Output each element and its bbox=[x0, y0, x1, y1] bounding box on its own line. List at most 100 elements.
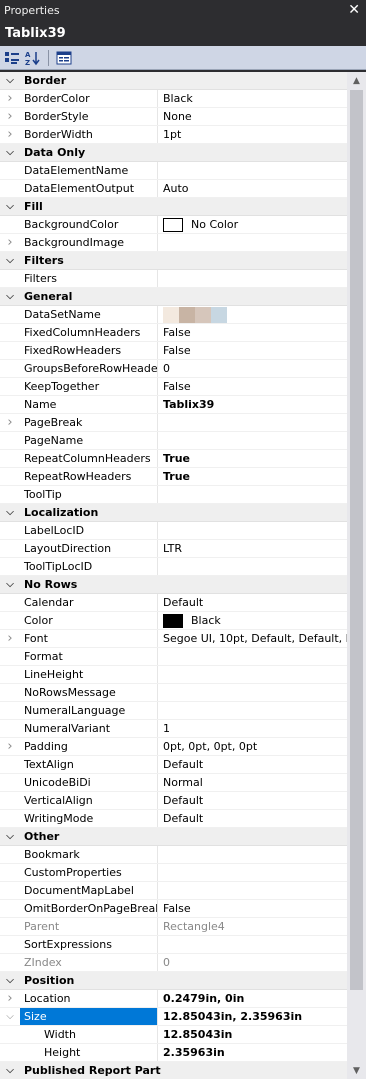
property-name[interactable]: DataSetName bbox=[20, 306, 158, 323]
property-row-bordercolor[interactable]: › BorderColor Black bbox=[0, 90, 347, 108]
collapse-chevron-icon[interactable]: ⌵ bbox=[0, 288, 20, 305]
category-filters[interactable]: ⌵ Filters bbox=[0, 252, 347, 270]
property-value[interactable]: Normal bbox=[158, 774, 347, 791]
property-name[interactable]: LineHeight bbox=[20, 666, 158, 683]
collapse-chevron-icon[interactable]: ⌵ bbox=[0, 504, 20, 521]
property-row-name[interactable]: Name Tablix39 bbox=[0, 396, 347, 414]
property-value[interactable]: 0 bbox=[158, 954, 347, 971]
expand-chevron-icon[interactable]: › bbox=[0, 108, 20, 125]
property-row-borderwidth[interactable]: › BorderWidth 1pt bbox=[0, 126, 347, 144]
property-value[interactable] bbox=[158, 648, 347, 665]
property-name[interactable]: Calendar bbox=[20, 594, 158, 611]
collapse-chevron-icon[interactable]: ⌵ bbox=[0, 252, 20, 269]
property-name[interactable]: DocumentMapLabel bbox=[20, 882, 158, 899]
property-value[interactable]: Black bbox=[158, 612, 347, 629]
category-data-only[interactable]: ⌵ Data Only bbox=[0, 144, 347, 162]
property-name[interactable]: ZIndex bbox=[20, 954, 158, 971]
scroll-thumb[interactable] bbox=[350, 90, 363, 990]
property-name[interactable]: PageBreak bbox=[20, 414, 158, 431]
property-value[interactable]: Segoe UI, 10pt, Default, Default, De bbox=[158, 630, 347, 647]
property-row-calendar[interactable]: Calendar Default bbox=[0, 594, 347, 612]
property-row-dataelementname[interactable]: DataElementName bbox=[0, 162, 347, 180]
property-row-layoutdirection[interactable]: LayoutDirection LTR bbox=[0, 540, 347, 558]
property-name[interactable]: PageName bbox=[20, 432, 158, 449]
property-row-norowsmessage[interactable]: NoRowsMessage bbox=[0, 684, 347, 702]
property-value[interactable]: Tablix39 bbox=[158, 396, 347, 413]
property-value[interactable]: Auto bbox=[158, 180, 347, 197]
property-row-lineheight[interactable]: LineHeight bbox=[0, 666, 347, 684]
property-name[interactable]: RepeatColumnHeaders bbox=[20, 450, 158, 467]
property-row-unicodebidi[interactable]: UnicodeBiDi Normal bbox=[0, 774, 347, 792]
property-name[interactable]: VerticalAlign bbox=[20, 792, 158, 809]
vertical-scrollbar[interactable]: ▲ ▼ bbox=[347, 72, 366, 1079]
property-name[interactable]: Font bbox=[20, 630, 158, 647]
property-name[interactable]: NoRowsMessage bbox=[20, 684, 158, 701]
property-row-color[interactable]: Color Black bbox=[0, 612, 347, 630]
property-name[interactable]: Height bbox=[20, 1044, 158, 1061]
property-row-pagebreak[interactable]: › PageBreak bbox=[0, 414, 347, 432]
property-row-bookmark[interactable]: Bookmark bbox=[0, 846, 347, 864]
property-value[interactable] bbox=[158, 432, 347, 449]
property-row-keeptogether[interactable]: KeepTogether False bbox=[0, 378, 347, 396]
property-name[interactable]: Bookmark bbox=[20, 846, 158, 863]
collapse-chevron-icon[interactable]: ⌵ bbox=[0, 1062, 20, 1079]
collapse-chevron-icon[interactable]: ⌵ bbox=[0, 1008, 20, 1025]
property-name[interactable]: BackgroundImage bbox=[20, 234, 158, 251]
property-row-borderstyle[interactable]: › BorderStyle None bbox=[0, 108, 347, 126]
property-name[interactable]: CustomProperties bbox=[20, 864, 158, 881]
property-value[interactable]: 2.35963in bbox=[158, 1044, 347, 1061]
collapse-chevron-icon[interactable]: ⌵ bbox=[0, 144, 20, 161]
property-row-repeatcolumnheaders[interactable]: RepeatColumnHeaders True bbox=[0, 450, 347, 468]
alphabetical-icon[interactable]: A Z bbox=[24, 49, 42, 67]
property-value[interactable]: False bbox=[158, 378, 347, 395]
property-value[interactable]: False bbox=[158, 342, 347, 359]
property-value[interactable]: Default bbox=[158, 756, 347, 773]
property-row-location[interactable]: › Location 0.2479in, 0in bbox=[0, 990, 347, 1008]
property-name[interactable]: Parent bbox=[20, 918, 158, 935]
property-row-height[interactable]: Height 2.35963in bbox=[0, 1044, 347, 1062]
category-no-rows[interactable]: ⌵ No Rows bbox=[0, 576, 347, 594]
property-row-omitborderonpagebreak[interactable]: OmitBorderOnPageBreak False bbox=[0, 900, 347, 918]
expand-chevron-icon[interactable]: › bbox=[0, 414, 20, 431]
property-value[interactable] bbox=[158, 882, 347, 899]
property-value[interactable]: 12.85043in, 2.35963in bbox=[158, 1008, 347, 1025]
category-published-report-part[interactable]: ⌵ Published Report Part bbox=[0, 1062, 347, 1079]
property-value[interactable]: Rectangle4 bbox=[158, 918, 347, 935]
property-value[interactable]: LTR bbox=[158, 540, 347, 557]
property-row-writingmode[interactable]: WritingMode Default bbox=[0, 810, 347, 828]
selected-object-name[interactable]: Tablix39 bbox=[0, 20, 366, 46]
property-row-sortexpressions[interactable]: SortExpressions bbox=[0, 936, 347, 954]
property-row-textalign[interactable]: TextAlign Default bbox=[0, 756, 347, 774]
property-value[interactable]: No Color bbox=[158, 216, 347, 233]
property-value[interactable]: Default bbox=[158, 810, 347, 827]
property-name[interactable]: GroupsBeforeRowHeaders bbox=[20, 360, 158, 377]
category-position[interactable]: ⌵ Position bbox=[0, 972, 347, 990]
expand-chevron-icon[interactable]: › bbox=[0, 90, 20, 107]
property-row-fixedcolumnheaders[interactable]: FixedColumnHeaders False bbox=[0, 324, 347, 342]
property-name[interactable]: OmitBorderOnPageBreak bbox=[20, 900, 158, 917]
property-value[interactable] bbox=[158, 684, 347, 701]
property-name[interactable]: Size bbox=[20, 1008, 158, 1025]
property-row-zindex[interactable]: ZIndex 0 bbox=[0, 954, 347, 972]
property-value[interactable] bbox=[158, 864, 347, 881]
expand-chevron-icon[interactable]: › bbox=[0, 234, 20, 251]
property-row-groupsbeforerowheaders[interactable]: GroupsBeforeRowHeaders 0 bbox=[0, 360, 347, 378]
property-row-numeralvariant[interactable]: NumeralVariant 1 bbox=[0, 720, 347, 738]
expand-chevron-icon[interactable]: › bbox=[0, 738, 20, 755]
property-row-parent[interactable]: Parent Rectangle4 bbox=[0, 918, 347, 936]
property-name[interactable]: TextAlign bbox=[20, 756, 158, 773]
property-value[interactable]: 1 bbox=[158, 720, 347, 737]
property-row-filters[interactable]: Filters bbox=[0, 270, 347, 288]
property-name[interactable]: FixedColumnHeaders bbox=[20, 324, 158, 341]
property-value[interactable]: True bbox=[158, 468, 347, 485]
category-localization[interactable]: ⌵ Localization bbox=[0, 504, 347, 522]
property-value[interactable] bbox=[158, 234, 347, 251]
property-value[interactable] bbox=[158, 558, 347, 575]
property-value[interactable]: False bbox=[158, 324, 347, 341]
property-row-numerallanguage[interactable]: NumeralLanguage bbox=[0, 702, 347, 720]
collapse-chevron-icon[interactable]: ⌵ bbox=[0, 972, 20, 989]
property-row-documentmaplabel[interactable]: DocumentMapLabel bbox=[0, 882, 347, 900]
property-value[interactable]: 0pt, 0pt, 0pt, 0pt bbox=[158, 738, 347, 755]
property-name[interactable]: BackgroundColor bbox=[20, 216, 158, 233]
property-name[interactable]: UnicodeBiDi bbox=[20, 774, 158, 791]
